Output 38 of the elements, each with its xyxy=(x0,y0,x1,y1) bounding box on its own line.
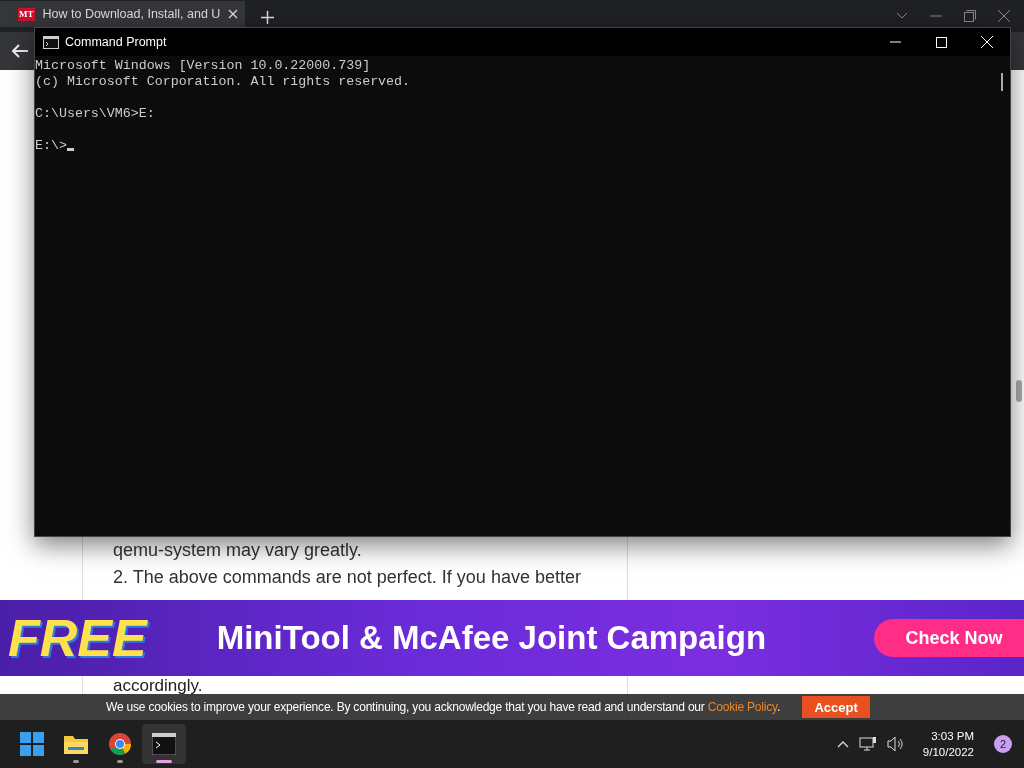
tab-title: How to Download, Install, and U xyxy=(42,7,221,21)
browser-tab[interactable]: MT How to Download, Install, and U xyxy=(0,1,245,27)
speaker-icon[interactable] xyxy=(886,736,905,752)
taskbar-app[interactable] xyxy=(142,724,186,764)
clock-date: 9/10/2022 xyxy=(922,745,974,760)
maximize-icon[interactable] xyxy=(935,36,947,48)
notification-badge[interactable]: 2 xyxy=(994,735,1012,753)
restore-icon[interactable] xyxy=(964,10,976,22)
console-line: Microsoft Windows [Version 10.0.22000.739] xyxy=(35,58,372,74)
terminal-icon xyxy=(152,733,176,755)
site-favicon: MT xyxy=(18,7,35,21)
window-title: Command Prompt xyxy=(65,35,167,49)
folder-icon xyxy=(63,733,89,755)
article-text: accordingly. xyxy=(113,677,204,694)
accept-button[interactable]: Accept xyxy=(802,696,871,718)
console-icon xyxy=(43,35,59,49)
article-text: 2. The above commands are not perfect. If you have better xyxy=(113,566,582,589)
back-arrow-icon[interactable] xyxy=(12,44,28,58)
campaign-banner[interactable]: FREE MiniTool & McAfee Joint Campaign Check Now xyxy=(0,600,1024,676)
scrollbar-thumb[interactable] xyxy=(1016,380,1022,402)
banner-title: MiniTool & McAfee Joint Campaign xyxy=(216,619,767,657)
console-line: (c) Microsoft Corporation. All rights reserved. xyxy=(35,74,412,90)
windows-logo-icon xyxy=(20,732,44,756)
cookie-policy-link[interactable]: Cookie Policy xyxy=(707,700,777,714)
chevron-up-icon[interactable] xyxy=(836,740,849,748)
article-text: qemu-system may vary greatly. xyxy=(113,539,363,562)
scrollbar-thumb[interactable] xyxy=(1001,73,1003,91)
chevron-down-icon[interactable] xyxy=(896,12,908,20)
network-icon[interactable] xyxy=(858,736,877,752)
clock-time: 3:03 PM xyxy=(931,729,974,744)
cookie-notice: We use cookies to improve your experience. By continuing, you acknowledge that you have read and understand our Cookie Policy. xyxy=(106,700,781,714)
check-now-button[interactable]: Check Now xyxy=(874,619,1024,657)
console-line: E:\> xyxy=(35,138,67,154)
chrome-logo-icon xyxy=(108,732,132,756)
text-cursor xyxy=(66,148,74,151)
clock[interactable]: 3:03 PM 9/10/2022 xyxy=(922,728,974,760)
banner-label: FREE xyxy=(7,608,149,668)
console-line: C:\Users\VM6>E: xyxy=(35,106,156,122)
